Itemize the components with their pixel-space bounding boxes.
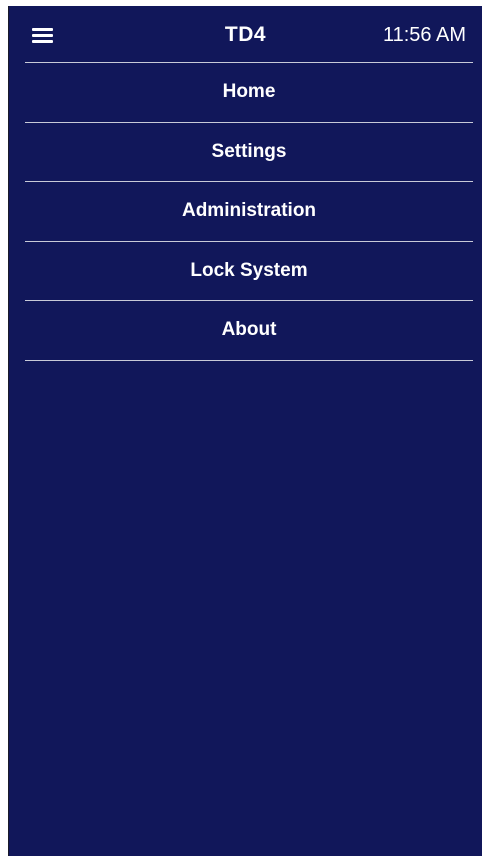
top-bar: TD4 11:56 AM [9, 6, 482, 62]
menu-item-home[interactable]: Home [25, 63, 473, 123]
hamburger-menu-icon[interactable] [32, 28, 53, 44]
hamburger-line [32, 34, 53, 37]
hamburger-line [32, 40, 53, 43]
menu-item-lock-system[interactable]: Lock System [25, 242, 473, 301]
menu-item-settings[interactable]: Settings [25, 123, 473, 182]
app-screen: TD4 11:56 AM Home Settings Administratio… [8, 6, 482, 856]
menu-item-about[interactable]: About [25, 301, 473, 361]
clock-time: 11:56 AM [382, 24, 466, 46]
hamburger-line [32, 28, 53, 31]
menu-item-administration[interactable]: Administration [25, 182, 473, 242]
navigation-menu: Home Settings Administration Lock System… [25, 62, 473, 361]
